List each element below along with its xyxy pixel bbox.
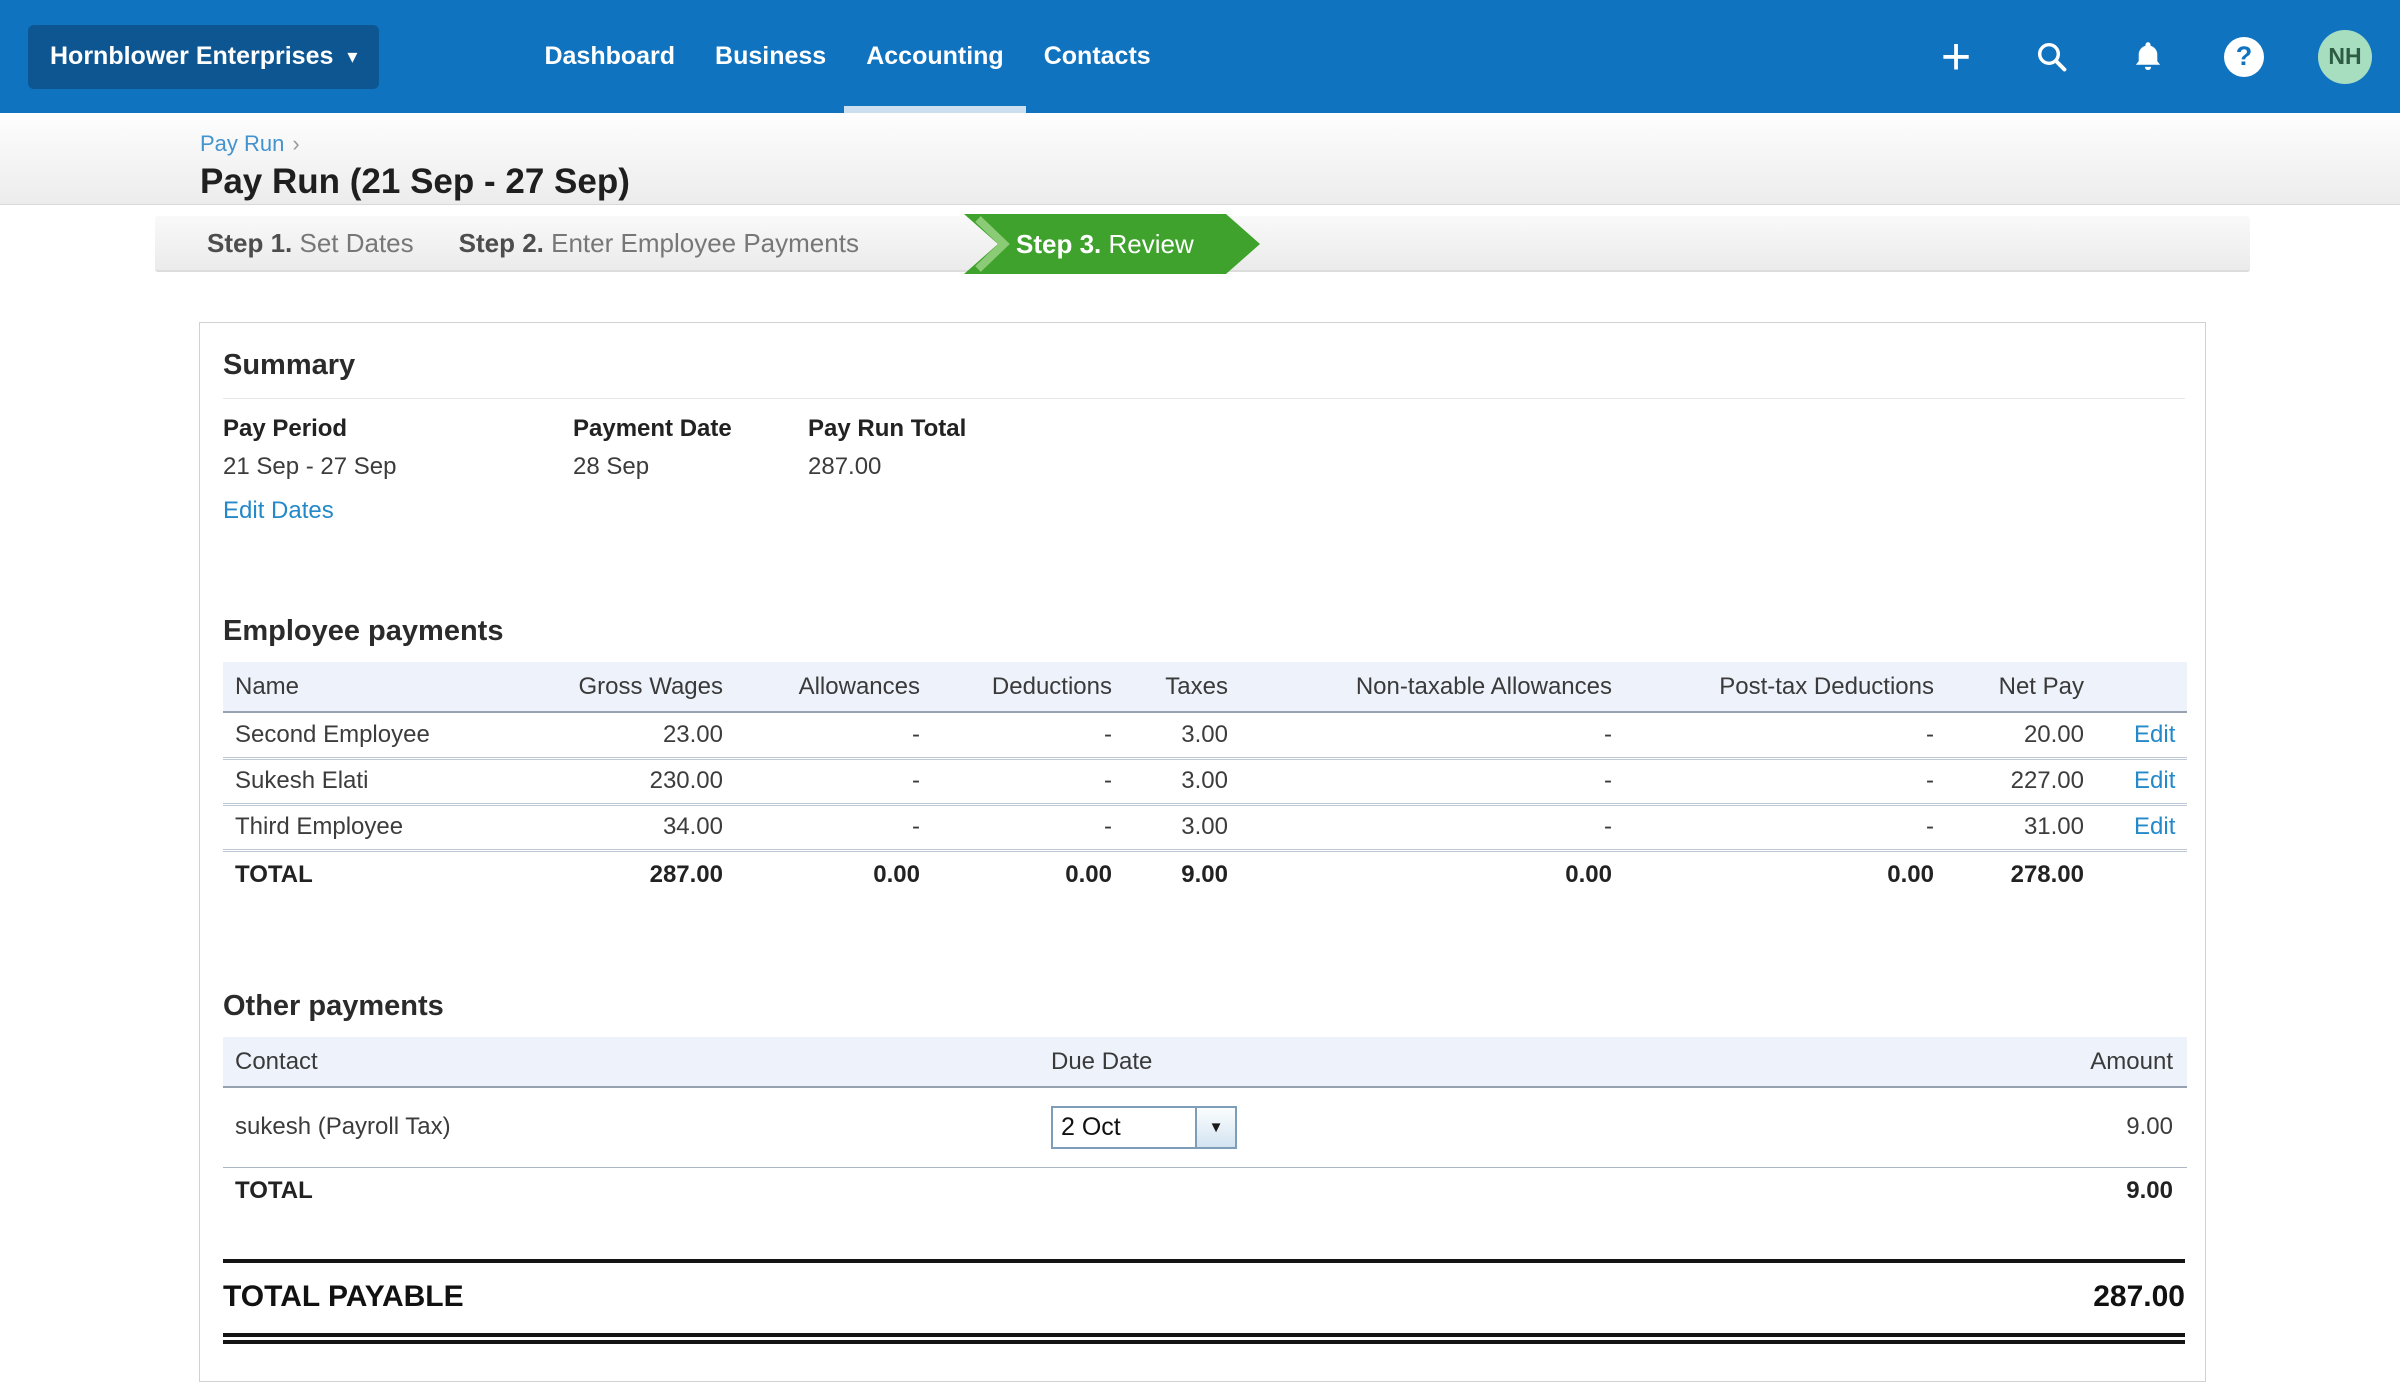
employee-table-header: Name Gross Wages Allowances Deductions T…: [223, 662, 2187, 713]
employee-total-row: TOTAL 287.00 0.00 0.00 9.00 0.00 0.00 27…: [235, 860, 2084, 888]
summary-heading: Summary: [223, 349, 2185, 399]
nav-item-business[interactable]: Business: [695, 0, 846, 113]
search-icon: [2037, 42, 2067, 71]
add-new-button[interactable]: +: [1934, 27, 1978, 86]
summary-fields: Pay Period 21 Sep - 27 Sep Edit Dates Pa…: [223, 415, 2185, 525]
org-switcher-button[interactable]: Hornblower Enterprises ▾: [28, 24, 380, 89]
org-name: Hornblower Enterprises: [50, 42, 334, 70]
notifications-button[interactable]: [2126, 35, 2170, 79]
table-row: Second Employee 23.00 - - 3.00 - - 20.00…: [223, 712, 2187, 760]
dropdown-arrow-icon[interactable]: ▼: [1195, 1107, 1235, 1147]
table-row: sukesh (Payroll Tax) 2 Oct ▼ 9.00: [223, 1087, 2187, 1168]
nav-item-contacts[interactable]: Contacts: [1024, 0, 1171, 113]
help-button[interactable]: ?: [2222, 35, 2266, 79]
total-payable-amount: 287.00: [2093, 1280, 2185, 1313]
other-total-row: TOTAL 9.00: [235, 1177, 2173, 1205]
field-payment-date: Payment Date 28 Sep: [573, 415, 732, 480]
breadcrumb-separator: ›: [292, 131, 300, 156]
title-band: Pay Run › Pay Run (21 Sep - 27 Sep): [0, 113, 2400, 205]
plus-icon: +: [1940, 27, 1972, 86]
breadcrumb-link-pay-run[interactable]: Pay Run: [200, 131, 284, 156]
table-row: Sukesh Elati 230.00 - - 3.00 - - 227.00 …: [223, 758, 2187, 806]
table-row: Third Employee 34.00 - - 3.00 - - 31.00 …: [223, 804, 2187, 852]
employee-payments-table: Name Gross Wages Allowances Deductions T…: [223, 662, 2187, 898]
field-pay-period: Pay Period 21 Sep - 27 Sep Edit Dates: [223, 415, 397, 525]
breadcrumb: Pay Run ›: [200, 131, 2400, 157]
step-1-set-dates[interactable]: Step 1. Set Dates: [207, 228, 414, 259]
edit-dates-link[interactable]: Edit Dates: [223, 497, 334, 525]
pay-run-review-card: Summary Pay Period 21 Sep - 27 Sep Edit …: [199, 322, 2206, 1382]
due-date-dropdown[interactable]: 2 Oct ▼: [1051, 1105, 1237, 1149]
edit-row-link[interactable]: Edit: [2134, 721, 2175, 748]
wizard-steps-bar: Step 1. Set Dates Step 2. Enter Employee…: [155, 214, 2250, 274]
nav-item-dashboard[interactable]: Dashboard: [524, 0, 695, 113]
nav-utilities: + ? NH: [1934, 27, 2400, 86]
field-pay-run-total: Pay Run Total 287.00: [808, 415, 967, 480]
avatar-initials: NH: [2328, 43, 2362, 69]
due-date-value: 2 Oct: [1061, 1112, 1121, 1141]
edit-row-link[interactable]: Edit: [2134, 813, 2175, 840]
other-table-header: Contact Due Date Amount: [223, 1037, 2187, 1088]
other-payments-table: Contact Due Date Amount sukesh (Payroll …: [223, 1037, 2187, 1215]
main-menu: Dashboard Business Accounting Contacts: [524, 0, 1170, 113]
bell-icon: [2135, 41, 2161, 70]
search-button[interactable]: [2030, 35, 2074, 79]
top-nav-bar: Hornblower Enterprises ▾ Dashboard Busin…: [0, 0, 2400, 113]
chevron-down-icon: ▾: [347, 45, 358, 68]
employee-payments-heading: Employee payments: [223, 615, 504, 647]
other-payments-heading: Other payments: [223, 990, 444, 1022]
total-payable-row: TOTAL PAYABLE 287.00: [223, 1259, 2185, 1344]
chevron-right-icon: [975, 216, 1010, 272]
nav-item-accounting[interactable]: Accounting: [844, 0, 1026, 113]
total-payable-label: TOTAL PAYABLE: [223, 1280, 464, 1313]
help-icon: ?: [2224, 36, 2264, 77]
page-title: Pay Run (21 Sep - 27 Sep): [200, 162, 630, 201]
avatar[interactable]: NH: [2318, 29, 2372, 84]
edit-row-link[interactable]: Edit: [2134, 767, 2175, 794]
step-2-enter-employee-payments[interactable]: Step 2. Enter Employee Payments: [459, 228, 859, 259]
step-3-review-current[interactable]: Step 3. Review: [964, 214, 1260, 274]
